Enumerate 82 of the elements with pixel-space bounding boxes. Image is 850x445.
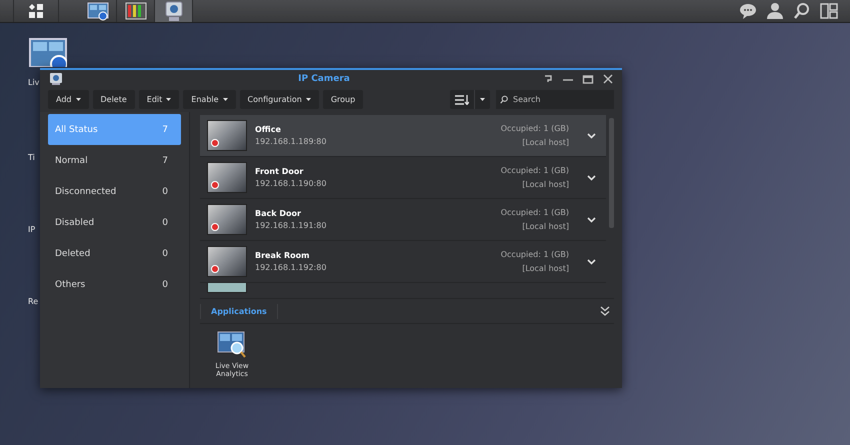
- expand-button[interactable]: [585, 216, 598, 222]
- status-count: 7: [162, 156, 168, 166]
- search-input[interactable]: Search: [511, 94, 610, 105]
- status-label: Normal: [55, 156, 88, 166]
- taskbar-app-button[interactable]: [155, 0, 193, 22]
- camera-row[interactable]: Office 192.168.1.189:80 Occupied: 1 (GB) [Local host]: [200, 115, 606, 157]
- camera-row[interactable]: Front Door 192.168.1.190:80 Occupied: 1 (GB) [Local host]: [200, 157, 606, 199]
- status-count: 7: [162, 124, 168, 134]
- analytics-app-icon[interactable]: [217, 331, 247, 359]
- status-count: 0: [162, 280, 168, 290]
- expand-button[interactable]: [585, 174, 598, 180]
- toolbar-button[interactable]: Enable: [183, 90, 236, 109]
- chat-icon: [738, 2, 756, 20]
- status-filter-item[interactable]: Others 0: [48, 269, 181, 300]
- window-title: IP Camera: [297, 74, 351, 84]
- status-count: 0: [162, 218, 168, 228]
- status-label: Deleted: [55, 248, 90, 258]
- toolbar-button[interactable]: Configuration: [240, 90, 319, 109]
- desktop-icon-label[interactable]: Re: [28, 297, 38, 306]
- toolbar-button[interactable]: Group: [322, 90, 364, 109]
- main-menu-button[interactable]: [13, 0, 59, 22]
- camera-name: Front Door: [255, 167, 304, 176]
- search-icon: [792, 2, 810, 20]
- camera-address: 192.168.1.189:80: [255, 137, 328, 146]
- status-filter-item[interactable]: Normal 7: [48, 145, 181, 176]
- status-count: 0: [162, 186, 168, 196]
- storage-usage: Occupied: 1 (GB): [500, 166, 569, 175]
- monitor-icon: [86, 0, 108, 22]
- status-label: Others: [55, 280, 86, 290]
- desktop-icon-label[interactable]: Ti: [28, 153, 35, 162]
- status-count: 0: [162, 248, 168, 258]
- chevron-down-icon: [587, 216, 596, 222]
- maximize-button[interactable]: [581, 73, 594, 85]
- camera-name: Office: [255, 125, 282, 134]
- camera-snapshot: [207, 283, 247, 293]
- desktop-app-icon[interactable]: [29, 38, 67, 67]
- search-field[interactable]: Search: [496, 90, 614, 109]
- toolbar-button[interactable]: Delete: [92, 90, 135, 109]
- host-label: [Local host]: [522, 222, 569, 231]
- maximize-icon: [582, 74, 594, 84]
- close-icon: [602, 74, 614, 84]
- chevron-down-icon: [587, 174, 596, 180]
- desktop-icon-label[interactable]: Liv: [28, 78, 40, 87]
- caret-icon: [480, 98, 485, 101]
- camera-name: Back Door: [255, 209, 302, 218]
- toolbar-button[interactable]: Add: [48, 90, 88, 109]
- status-filter-item[interactable]: Deleted 0: [48, 238, 181, 269]
- storage-usage: Occupied: 1 (GB): [500, 124, 569, 133]
- grid-icon: [28, 3, 44, 19]
- storage-usage: Occupied: 1 (GB): [500, 250, 569, 259]
- status-filter-item[interactable]: Disconnected 0: [48, 176, 181, 207]
- close-button[interactable]: [601, 73, 614, 85]
- camera-icon: [49, 72, 63, 86]
- expand-button[interactable]: [585, 132, 598, 138]
- status-filter-item[interactable]: Disabled 0: [48, 207, 181, 238]
- chevron-down-icon: [587, 258, 596, 264]
- status-label: Disconnected: [55, 186, 116, 196]
- status-label: All Status: [55, 124, 98, 134]
- host-label: [Local host]: [522, 180, 569, 189]
- chevron-down-icon: [587, 132, 596, 138]
- applications-tab[interactable]: Applications: [200, 304, 278, 318]
- desktop-icon-label[interactable]: IP: [28, 225, 36, 234]
- camera-address: 192.168.1.192:80: [255, 263, 328, 272]
- sort-icon: [455, 94, 469, 104]
- camera-name: Break Room: [255, 251, 310, 260]
- camera-row[interactable]: Break Room 192.168.1.192:80 Occupied: 1 (GB) [Local host]: [200, 241, 606, 283]
- camera-icon: [162, 0, 184, 22]
- camera-row[interactable]: Back Door 192.168.1.191:80 Occupied: 1 (GB) [Local host]: [200, 199, 606, 241]
- user-icon: [766, 2, 784, 20]
- status-label: Disabled: [55, 218, 94, 228]
- camera-address: 192.168.1.190:80: [255, 179, 328, 188]
- scrollbar[interactable]: [609, 118, 614, 228]
- double-chevron-icon: [600, 306, 610, 316]
- storage-usage: Occupied: 1 (GB): [500, 208, 569, 217]
- host-label: [Local host]: [522, 264, 569, 273]
- widgets-icon: [820, 2, 838, 20]
- toolbar-button[interactable]: Edit: [138, 90, 180, 109]
- search-icon: [500, 94, 508, 105]
- expand-button[interactable]: [585, 258, 598, 264]
- camera-address: 192.168.1.191:80: [255, 221, 328, 230]
- equalizer-icon: [124, 0, 146, 22]
- host-label: [Local host]: [522, 138, 569, 147]
